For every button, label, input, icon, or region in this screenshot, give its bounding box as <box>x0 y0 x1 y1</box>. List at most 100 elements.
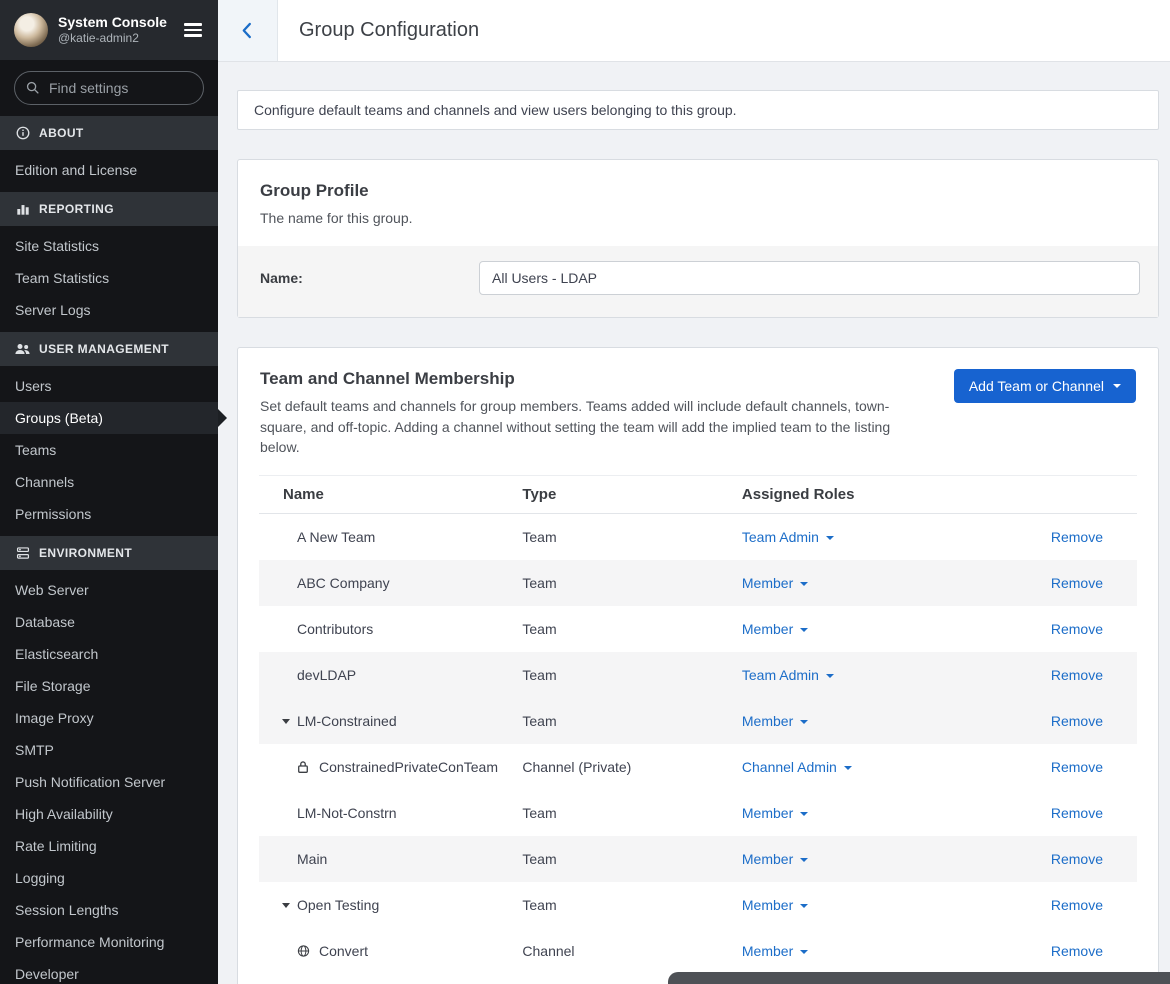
remove-link[interactable]: Remove <box>1051 667 1103 683</box>
row-name: Main <box>259 836 522 882</box>
chevron-down-icon <box>800 582 808 586</box>
role-dropdown[interactable]: Channel Admin <box>742 759 852 775</box>
sidebar-item-site-statistics[interactable]: Site Statistics <box>0 230 218 262</box>
section-environment: ENVIRONMENT Web ServerDatabaseElasticsear… <box>0 536 218 984</box>
sidebar-item-team-statistics[interactable]: Team Statistics <box>0 262 218 294</box>
back-button[interactable] <box>218 0 278 61</box>
section-about: ABOUT Edition and License <box>0 116 218 186</box>
sidebar-item-web-server[interactable]: Web Server <box>0 574 218 606</box>
row-name-text: ConstrainedPrivateConTeam <box>319 759 498 775</box>
row-name: LM-Not-Constrn <box>259 790 522 836</box>
row-role: Member <box>742 928 997 974</box>
sidebar-item-elasticsearch[interactable]: Elasticsearch <box>0 638 218 670</box>
row-role: Member <box>742 606 997 652</box>
info-banner-text: Configure default teams and channels and… <box>254 102 737 118</box>
main-area: Group Configuration Configure default te… <box>218 0 1170 984</box>
search-box <box>0 60 218 116</box>
section-label: ABOUT <box>39 126 84 140</box>
row-role: Member <box>742 882 997 928</box>
chevron-left-icon <box>240 22 255 39</box>
remove-link[interactable]: Remove <box>1051 943 1103 959</box>
sidebar-item-high-availability[interactable]: High Availability <box>0 798 218 830</box>
sidebar-item-database[interactable]: Database <box>0 606 218 638</box>
section-header-environment: ENVIRONMENT <box>0 536 218 570</box>
add-team-or-channel-button[interactable]: Add Team or Channel <box>954 369 1136 403</box>
row-name: ABC Company <box>259 560 522 606</box>
role-dropdown[interactable]: Member <box>742 621 808 637</box>
users-icon <box>15 343 30 355</box>
role-dropdown[interactable]: Member <box>742 943 808 959</box>
role-dropdown[interactable]: Member <box>742 897 808 913</box>
chevron-down-icon <box>800 858 808 862</box>
search-input[interactable] <box>14 71 204 105</box>
sidebar-item-image-proxy[interactable]: Image Proxy <box>0 702 218 734</box>
chevron-down-icon <box>800 720 808 724</box>
role-dropdown[interactable]: Member <box>742 575 808 591</box>
sidebar-item-logging[interactable]: Logging <box>0 862 218 894</box>
sidebar-item-teams[interactable]: Teams <box>0 434 218 466</box>
sidebar-item-file-storage[interactable]: File Storage <box>0 670 218 702</box>
sidebar-item-smtp[interactable]: SMTP <box>0 734 218 766</box>
row-actions: Remove <box>997 514 1138 560</box>
role-dropdown[interactable]: Member <box>742 851 808 867</box>
avatar[interactable] <box>14 13 48 47</box>
info-icon <box>15 126 30 140</box>
row-name-text: Contributors <box>297 621 373 637</box>
membership-table: NameTypeAssigned Roles A New TeamTeamTea… <box>259 475 1137 974</box>
group-profile-title: Group Profile <box>260 181 1136 201</box>
menu-icon[interactable] <box>182 19 204 41</box>
role-label: Member <box>742 575 793 591</box>
role-dropdown[interactable]: Member <box>742 805 808 821</box>
table-row: A New TeamTeamTeam AdminRemove <box>259 514 1137 560</box>
collapse-caret-icon[interactable] <box>282 719 290 724</box>
sidebar-item-push-notification-server[interactable]: Push Notification Server <box>0 766 218 798</box>
sidebar-item-performance-monitoring[interactable]: Performance Monitoring <box>0 926 218 958</box>
role-dropdown[interactable]: Team Admin <box>742 529 834 545</box>
role-dropdown[interactable]: Member <box>742 713 808 729</box>
group-name-input[interactable] <box>479 261 1140 295</box>
sidebar-item-groups-beta[interactable]: Groups (Beta) <box>0 402 218 434</box>
admin-username: @katie-admin2 <box>58 31 167 46</box>
remove-link[interactable]: Remove <box>1051 851 1103 867</box>
sidebar-item-permissions[interactable]: Permissions <box>0 498 218 530</box>
row-role: Team Admin <box>742 514 997 560</box>
role-dropdown[interactable]: Team Admin <box>742 667 834 683</box>
row-name-text: A New Team <box>297 529 375 545</box>
row-actions: Remove <box>997 744 1138 790</box>
remove-link[interactable]: Remove <box>1051 805 1103 821</box>
row-name-text: Convert <box>319 943 368 959</box>
sidebar-item-channels[interactable]: Channels <box>0 466 218 498</box>
table-row: ConvertChannelMemberRemove <box>259 928 1137 974</box>
row-role: Channel Admin <box>742 744 997 790</box>
sidebar-item-edition-and-license[interactable]: Edition and License <box>0 154 218 186</box>
remove-link[interactable]: Remove <box>1051 621 1103 637</box>
remove-link[interactable]: Remove <box>1051 575 1103 591</box>
sidebar-item-developer[interactable]: Developer <box>0 958 218 984</box>
membership-description: Set default teams and channels for group… <box>260 396 920 457</box>
table-row: LM-ConstrainedTeamMemberRemove <box>259 698 1137 744</box>
row-type: Team <box>522 560 742 606</box>
sidebar-item-server-logs[interactable]: Server Logs <box>0 294 218 326</box>
remove-link[interactable]: Remove <box>1051 713 1103 729</box>
remove-link[interactable]: Remove <box>1051 759 1103 775</box>
section-user-management: USER MANAGEMENTUsersGroups (Beta)TeamsCh… <box>0 332 218 530</box>
section-label: REPORTING <box>39 202 114 216</box>
role-label: Member <box>742 943 793 959</box>
sidebar-item-session-lengths[interactable]: Session Lengths <box>0 894 218 926</box>
column-header-type: Type <box>522 476 742 514</box>
remove-link[interactable]: Remove <box>1051 897 1103 913</box>
console-title: System Console <box>58 14 167 32</box>
sidebar-item-users[interactable]: Users <box>0 370 218 402</box>
row-actions: Remove <box>997 560 1138 606</box>
chevron-down-icon <box>826 536 834 540</box>
chevron-down-icon <box>844 766 852 770</box>
remove-link[interactable]: Remove <box>1051 529 1103 545</box>
row-role: Member <box>742 790 997 836</box>
sidebar-item-rate-limiting[interactable]: Rate Limiting <box>0 830 218 862</box>
table-row: LM-Not-ConstrnTeamMember Remove <box>259 790 1137 836</box>
row-name: LM-Constrained <box>259 698 522 744</box>
row-type: Team <box>522 790 742 836</box>
row-role: Member <box>742 698 997 744</box>
role-label: Team Admin <box>742 529 819 545</box>
collapse-caret-icon[interactable] <box>282 903 290 908</box>
